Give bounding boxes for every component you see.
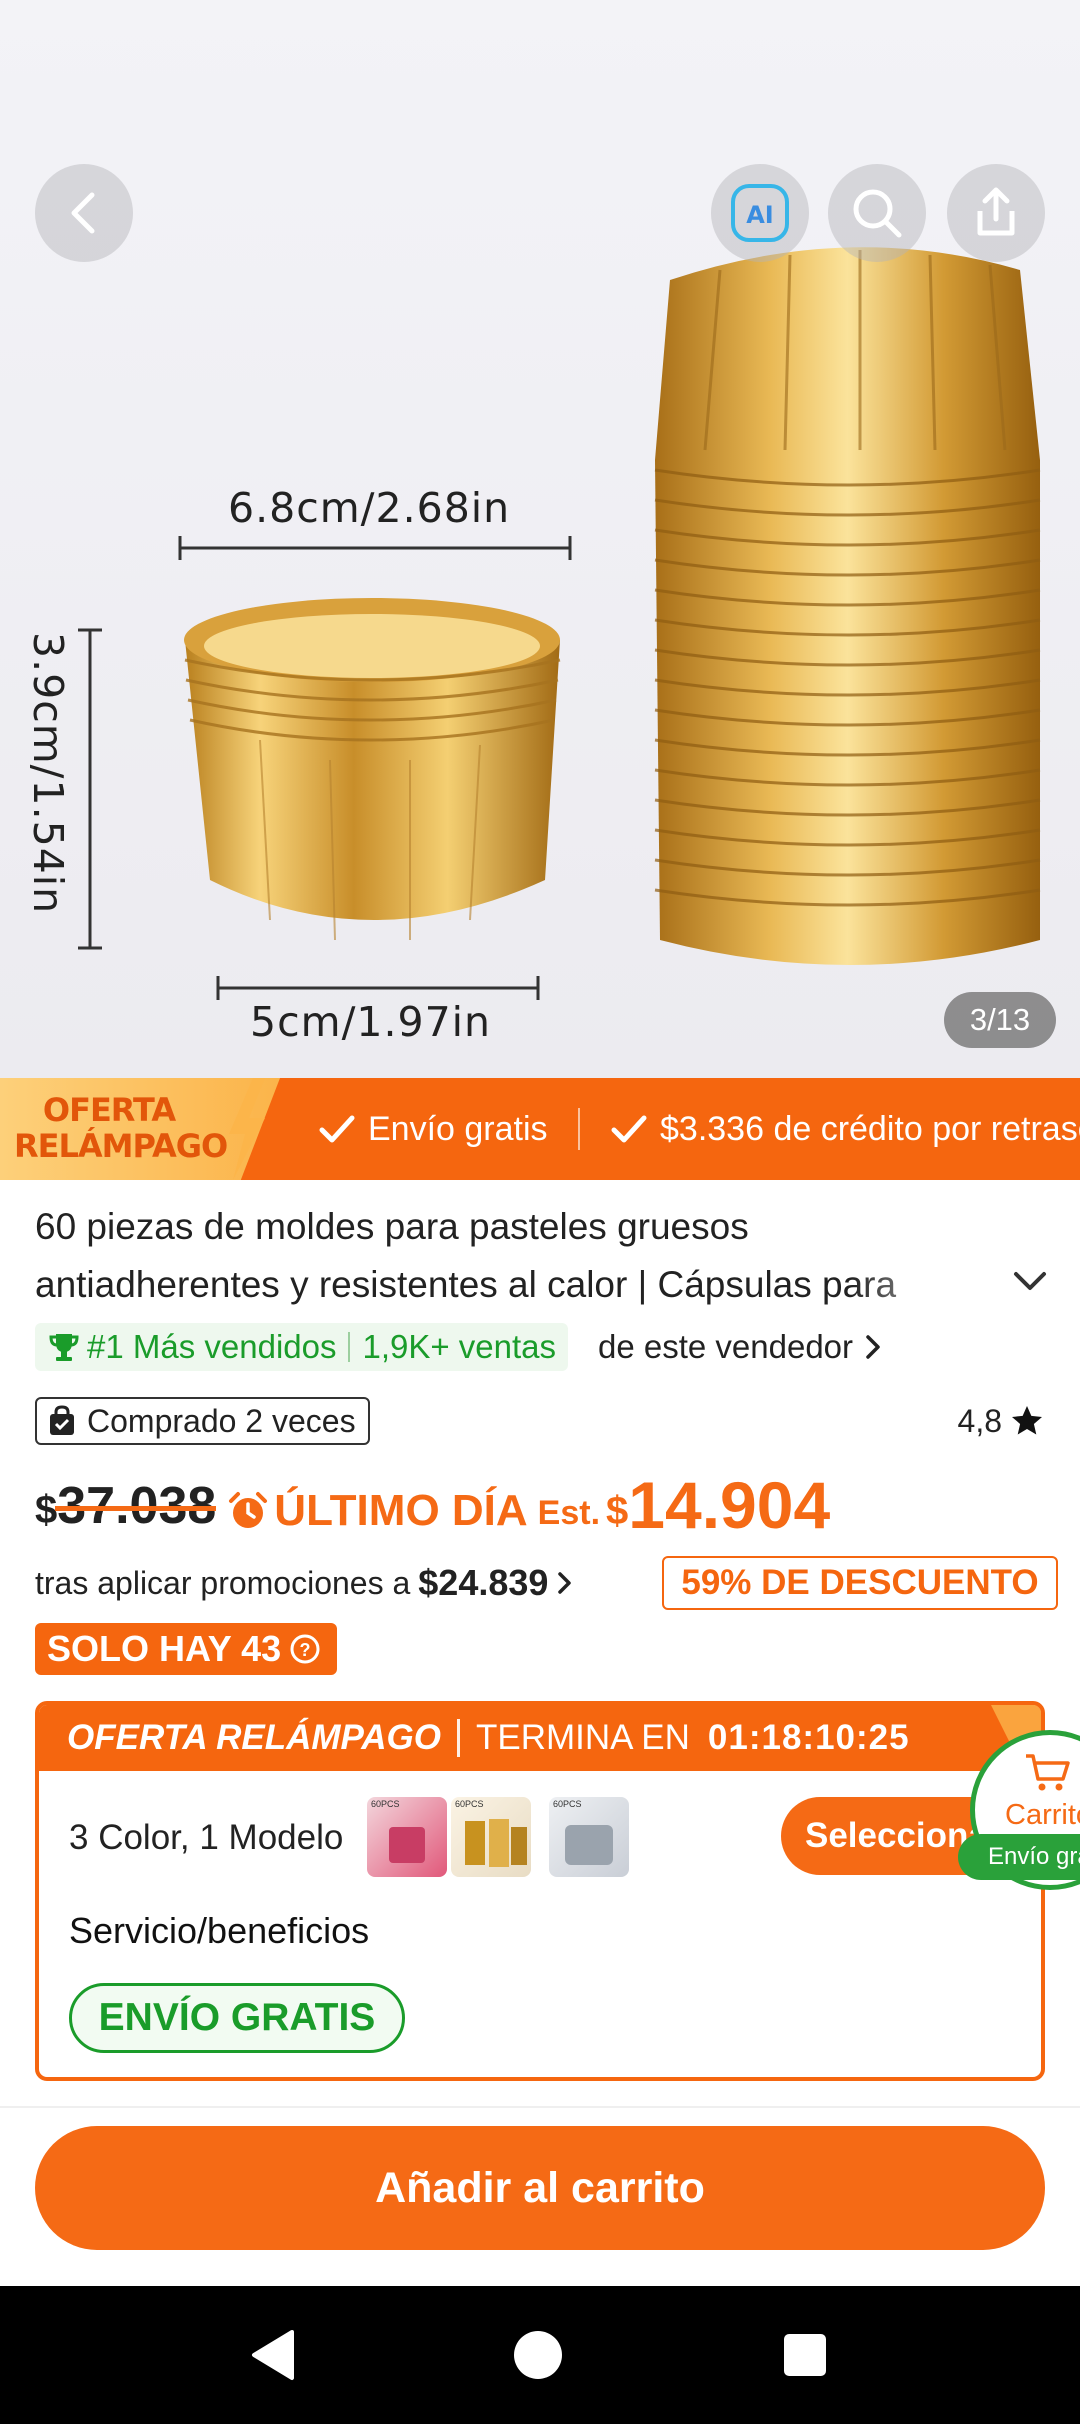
discount-badge: 59% DE DESCUENTO — [662, 1556, 1058, 1610]
search-button[interactable] — [828, 164, 926, 262]
system-navigation-bar — [0, 2286, 1080, 2424]
bestseller-rank: #1 Más vendidos — [87, 1328, 337, 1365]
gold-stack-shape — [489, 1819, 509, 1867]
after-promo-price: $24.839 — [418, 1562, 549, 1603]
flash-sale-label: OFERTA RELÁMPAGO — [14, 1091, 228, 1165]
image-counter: 3/13 — [944, 992, 1056, 1048]
cart-label: Carrito — [1005, 1799, 1080, 1831]
height-dimension: 3.9cm/1.54in — [24, 632, 72, 915]
flash-title: OFERTA RELÁMPAGO — [67, 1718, 441, 1757]
bestseller-sales: 1,9K+ ventas — [362, 1328, 557, 1365]
ai-icon: AI — [731, 184, 789, 242]
rating-value: 4,8 — [957, 1402, 1002, 1439]
flash-sale-panel: OFERTA RELÁMPAGO TERMINA EN 01:18:10:25 … — [35, 1701, 1045, 2081]
chevron-left-icon — [71, 192, 95, 234]
ends-label: TERMINA EN — [475, 1718, 690, 1757]
share-button[interactable] — [947, 164, 1045, 262]
help-icon: ? — [290, 1634, 320, 1664]
countdown-timer: 01:18:10:25 — [707, 1718, 910, 1757]
free-shipping-label: Envío gratis — [368, 1109, 548, 1148]
purchase-history-badge: Comprado 2 veces — [35, 1397, 370, 1445]
chevron-right-icon — [866, 1335, 880, 1359]
free-shipping-badge: ENVÍO GRATIS — [69, 1983, 405, 2053]
bestseller-tail: de este vendedor — [598, 1328, 854, 1365]
product-title[interactable]: 60 piezas de moldes para pasteles grueso… — [35, 1198, 995, 1314]
sale-price: 14.904 — [628, 1468, 831, 1542]
original-price: $37.038 — [35, 1476, 217, 1540]
section-divider — [0, 2106, 1080, 2108]
check-icon — [611, 1115, 647, 1143]
variant-summary[interactable]: 3 Color, 1 Modelo — [69, 1818, 343, 1858]
flash-sale-header: OFERTA RELÁMPAGO TERMINA EN 01:18:10:25 — [39, 1705, 1041, 1771]
variant-thumb-gold[interactable]: 60PCS — [451, 1797, 531, 1877]
cart-icon — [1026, 1754, 1070, 1791]
alarm-clock-icon — [229, 1492, 268, 1528]
divider — [456, 1719, 460, 1757]
gold-stack-shape — [511, 1827, 527, 1865]
delay-credit-label: $3.336 de crédito por retraso — [660, 1109, 1080, 1148]
check-icon — [319, 1115, 355, 1143]
divider — [348, 1332, 351, 1362]
promo-price-link[interactable]: tras aplicar promociones a $24.839 — [35, 1557, 576, 1609]
stock-text: SOLO HAY 43 — [47, 1628, 282, 1669]
recents-square-icon[interactable] — [782, 2332, 828, 2378]
back-button[interactable] — [35, 164, 133, 262]
svg-text:AI: AI — [746, 201, 774, 229]
chevron-right-icon — [558, 1572, 572, 1594]
width-dimension: 6.8cm/2.68in — [228, 484, 511, 532]
currency-symbol: $ — [606, 1489, 629, 1533]
free-shipping-item: Envío gratis — [318, 1078, 548, 1180]
last-day-label: ÚLTIMO DÍA — [226, 1482, 528, 1540]
bestseller-link[interactable]: de este vendedor — [598, 1323, 885, 1371]
product-illustration — [78, 247, 1041, 1000]
service-benefits-label: Servicio/beneficios — [69, 1910, 370, 1951]
silver-cup-shape — [565, 1825, 613, 1865]
shopping-bag-icon — [50, 1405, 74, 1435]
stock-badge[interactable]: SOLO HAY 43 ? — [35, 1623, 338, 1675]
thumb-tag: 60PCS — [371, 1799, 400, 1809]
ai-search-button[interactable]: AI — [711, 164, 809, 262]
estimated-label: Est. — [537, 1494, 601, 1532]
after-promo-text: tras aplicar promociones a — [35, 1564, 411, 1601]
delay-credit-item: $3.336 de crédito por retraso — [610, 1078, 1080, 1180]
base-dimension: 5cm/1.97in — [250, 998, 492, 1046]
gold-stack-shape — [465, 1821, 485, 1865]
thumb-tag: 60PCS — [553, 1799, 582, 1809]
home-circle-icon[interactable] — [512, 2329, 564, 2381]
variant-thumb-silver[interactable]: 60PCS — [549, 1797, 629, 1877]
price-row: $37.038 ÚLTIMO DÍA Est. $ 14.904 — [35, 1468, 830, 1540]
back-triangle-icon[interactable] — [248, 2328, 298, 2382]
title-line-1: 60 piezas de moldes para pasteles grueso… — [35, 1206, 749, 1247]
title-line-2: antiadherentes y resistentes al calor | … — [35, 1264, 897, 1305]
expand-title-chevron-down-icon[interactable] — [1010, 1268, 1050, 1296]
trophy-icon — [49, 1334, 79, 1361]
star-icon — [1012, 1406, 1042, 1435]
last-day-text: ÚLTIMO DÍA — [274, 1486, 528, 1535]
product-image[interactable]: 6.8cm/2.68in 3.9cm/1.54in 5cm/1.97in AI … — [0, 0, 1080, 1078]
pink-cup-shape — [389, 1827, 425, 1863]
variant-thumb-pink[interactable]: 60PCS — [367, 1797, 447, 1877]
thumb-tag: 60PCS — [455, 1799, 484, 1809]
bestseller-badge[interactable]: #1 Más vendidos 1,9K+ ventas — [35, 1323, 569, 1371]
promo-bar: OFERTA RELÁMPAGO Envío gratis $3.336 de … — [0, 1078, 1080, 1180]
divider — [578, 1108, 580, 1150]
strikethrough — [55, 1506, 217, 1511]
share-icon — [977, 187, 1015, 236]
search-icon — [853, 189, 902, 238]
purchase-count: Comprado 2 veces — [87, 1402, 356, 1439]
cart-free-shipping-tag: Envío gratis — [958, 1834, 1080, 1880]
add-to-cart-button[interactable]: Añadir al carrito — [35, 2126, 1045, 2250]
currency-symbol: $ — [35, 1488, 58, 1532]
rating[interactable]: 4,8 — [958, 1397, 1046, 1445]
svg-text:?: ? — [300, 1640, 311, 1660]
